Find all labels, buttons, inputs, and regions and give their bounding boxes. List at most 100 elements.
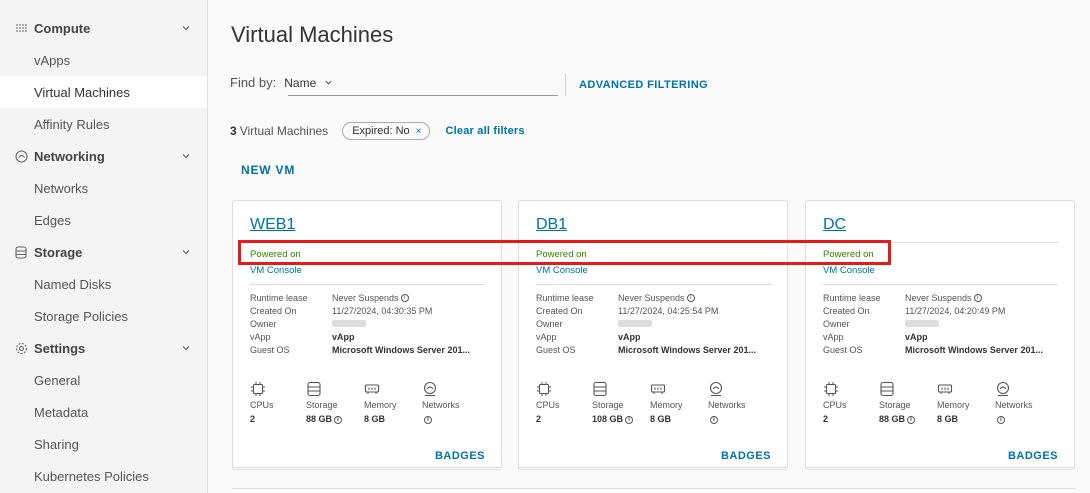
sidebar-group-compute[interactable]: Compute [0,12,207,44]
cpus-resource: CPUs 2 [823,381,879,424]
redacted-owner [618,319,652,327]
search-input[interactable] [288,95,558,96]
sidebar-group-label: Networking [34,148,105,164]
prop-label: vApp [536,331,557,342]
sidebar-item-edges[interactable]: Edges [0,204,207,236]
storage-label: Storage [879,400,911,410]
sidebar-item-general[interactable]: General [0,364,207,396]
sidebar-item-sharing[interactable]: Sharing [0,428,207,460]
vm-name-link[interactable]: DB1 [536,216,567,234]
badges-button[interactable]: BADGES [1008,450,1058,462]
network-icon [423,381,437,396]
network-icon [709,381,723,396]
sidebar-group-networking[interactable]: Networking [0,140,207,172]
vm-name-link[interactable]: WEB1 [250,216,295,234]
sidebar-item-virtual-machines[interactable]: Virtual Machines [0,76,207,108]
info-icon[interactable]: i [334,415,343,424]
networks-value: i [422,414,482,424]
divider [233,467,501,468]
vm-name-link[interactable]: DC [823,216,846,234]
find-by-label: Find by: [230,75,277,90]
storage-value: 108 GB i [592,414,650,424]
sidebar-group-label: Storage [34,244,83,260]
created-on-value: 11/27/2024, 04:20:49 PM [905,305,1006,316]
sidebar-item-kubernetes-policies[interactable]: Kubernetes Policies [0,460,207,492]
sidebar-nav: Compute vApps Virtual Machines Affinity … [0,0,208,493]
sidebar-group-label: Compute [34,20,91,36]
networks-value: i [708,414,768,424]
prop-label: Guest OS [823,344,863,355]
sidebar-item-networks[interactable]: Networks [0,172,207,204]
info-icon[interactable]: i [907,415,916,424]
cpus-resource: CPUs 2 [250,381,306,424]
cpus-label: CPUs [536,400,560,410]
vapp-value: vApp [332,331,355,342]
sidebar-item-affinity-rules[interactable]: Affinity Rules [0,108,207,140]
prop-label: vApp [823,331,844,342]
memory-resource: Memory 8 GB [937,381,995,424]
divider [250,242,485,243]
memory-icon [650,384,666,394]
chevron-down-icon [182,346,190,351]
divider [823,242,1058,243]
guest-os-value: Microsoft Windows Server 201... [905,344,1043,355]
find-by-select[interactable]: Name [284,76,354,90]
cpu-icon [251,382,265,396]
info-icon[interactable]: i [973,294,982,303]
new-vm-button[interactable]: NEW VM [241,163,295,177]
chevron-down-icon [182,154,190,159]
sidebar-item-vapps[interactable]: vApps [0,44,207,76]
chevron-down-icon [325,80,332,85]
prop-label: Owner [536,318,563,329]
storage-value: 88 GB i [306,414,364,424]
divider [519,467,787,468]
divider [565,74,566,96]
page-title: Virtual Machines [231,22,394,47]
owner-value [618,319,776,329]
filter-chip-label: Expired: No [352,125,410,137]
badges-button[interactable]: BADGES [435,450,485,462]
prop-label: Owner [823,318,850,329]
networks-label: Networks [995,400,1033,410]
memory-label: Memory [937,400,970,410]
grid-icon [14,21,28,35]
vm-console-link[interactable]: VM Console [250,265,302,276]
info-icon[interactable]: i [710,415,718,424]
prop-label: Runtime lease [536,292,594,303]
network-icon [14,149,28,163]
info-icon[interactable]: i [400,294,409,303]
vm-console-link[interactable]: VM Console [536,265,588,276]
vm-console-link[interactable]: VM Console [823,265,875,276]
info-icon[interactable]: i [625,415,634,424]
info-icon[interactable]: i [424,415,432,424]
sidebar-item-named-disks[interactable]: Named Disks [0,268,207,300]
close-icon[interactable]: × [416,126,422,137]
storage-value: 88 GB i [879,414,937,424]
redacted-owner [905,319,939,327]
clear-all-filters-link[interactable]: Clear all filters [446,125,525,137]
storage-label: Storage [592,400,624,410]
memory-label: Memory [650,400,683,410]
prop-label: Guest OS [536,344,576,355]
prop-label: Runtime lease [250,292,308,303]
storage-icon [307,381,321,397]
vm-card: WEB1 Powered on VM Console Runtime lease… [232,200,502,470]
cpus-value: 2 [823,414,829,424]
created-on-value: 11/27/2024, 04:25:54 PM [618,305,719,316]
prop-label: Guest OS [250,344,290,355]
sidebar-item-storage-policies[interactable]: Storage Policies [0,300,207,332]
sidebar-item-metadata[interactable]: Metadata [0,396,207,428]
info-icon[interactable]: i [997,415,1005,424]
sidebar-group-storage[interactable]: Storage [0,236,207,268]
chevron-down-icon [182,250,190,255]
badges-button[interactable]: BADGES [721,450,771,462]
memory-label: Memory [364,400,397,410]
vapp-value: vApp [618,331,641,342]
sidebar-group-settings[interactable]: Settings [0,332,207,364]
info-icon[interactable]: i [686,294,695,303]
storage-label: Storage [306,400,338,410]
cpus-label: CPUs [250,400,274,410]
created-on-value: 11/27/2024, 04:30:35 PM [332,305,433,316]
advanced-filtering-button[interactable]: ADVANCED FILTERING [579,79,708,91]
prop-label: Created On [250,305,297,316]
